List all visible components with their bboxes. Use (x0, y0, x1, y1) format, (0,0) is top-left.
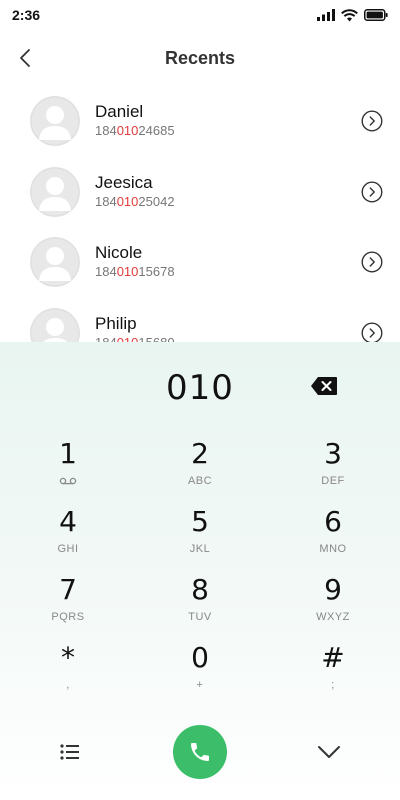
contact-phone: 18401025042 (95, 193, 175, 209)
dial-key-hash[interactable]: # ; (288, 642, 378, 702)
contact-phone: 18401015678 (95, 264, 175, 280)
chevron-left-icon (20, 49, 30, 67)
back-button[interactable] (10, 42, 40, 74)
call-button[interactable] (173, 725, 227, 779)
dialed-number: 010 (166, 368, 234, 408)
chevron-right-circle-icon (361, 251, 383, 273)
contact-name: Nicole (95, 243, 143, 263)
dial-key-6[interactable]: 6 MNO (288, 506, 378, 566)
contact-phone: 18401024685 (95, 123, 175, 139)
phone-icon (191, 743, 209, 761)
menu-button[interactable] (58, 742, 82, 762)
list-icon (60, 744, 79, 760)
dial-key-5[interactable]: 5 JKL (155, 506, 245, 566)
chevron-right-circle-icon (361, 181, 383, 203)
dialer-bottom-bar (0, 725, 400, 780)
contact-name: Daniel (95, 102, 144, 122)
chevron-right-circle-icon (361, 110, 383, 132)
status-time: 2:36 (12, 7, 41, 23)
contact-name: Jeesica (95, 172, 153, 192)
list-item[interactable]: Jeesica 18401025042 (0, 157, 400, 228)
header: Recents (0, 38, 400, 78)
avatar (30, 96, 80, 147)
list-item[interactable]: Daniel 18401024685 (0, 86, 400, 157)
chevron-down-icon (318, 746, 340, 758)
dial-key-8[interactable]: 8 TUV (155, 574, 245, 634)
person-icon (30, 237, 80, 287)
dial-key-9[interactable]: 9 WXYZ (288, 574, 378, 634)
list-item[interactable]: Nicole 18401015678 (0, 227, 400, 298)
dial-key-3[interactable]: 3 DEF (288, 438, 378, 498)
contact-name: Philip (95, 313, 137, 333)
status-bar: 2:36 (0, 0, 400, 30)
dial-key-star[interactable]: * , (23, 642, 113, 702)
person-icon (30, 167, 80, 217)
backspace-button[interactable] (310, 376, 338, 396)
dial-key-0[interactable]: 0 + (155, 642, 245, 702)
contact-detail-button[interactable] (361, 251, 383, 273)
person-icon (30, 96, 80, 146)
dial-key-1[interactable]: 1 (23, 438, 113, 498)
wifi-icon (341, 8, 358, 21)
dial-key-4[interactable]: 4 GHI (23, 506, 113, 566)
page-title: Recents (164, 47, 236, 68)
collapse-dialpad-button[interactable] (316, 742, 342, 762)
signal-icon (317, 9, 335, 21)
voicemail-icon (23, 474, 113, 490)
dial-key-7[interactable]: 7 PQRS (23, 574, 113, 634)
battery-icon (364, 9, 388, 21)
avatar (30, 166, 80, 217)
contact-detail-button[interactable] (361, 181, 383, 203)
contact-detail-button[interactable] (361, 110, 383, 132)
chevron-right-circle-icon (361, 322, 383, 344)
recents-list: Daniel 18401024685 Jeesica 18401025042 N… (0, 86, 400, 368)
contact-detail-button[interactable] (361, 322, 383, 344)
backspace-icon (311, 377, 337, 395)
dial-key-2[interactable]: 2 ABC (155, 438, 245, 498)
status-icons (317, 8, 388, 22)
avatar (30, 237, 80, 288)
